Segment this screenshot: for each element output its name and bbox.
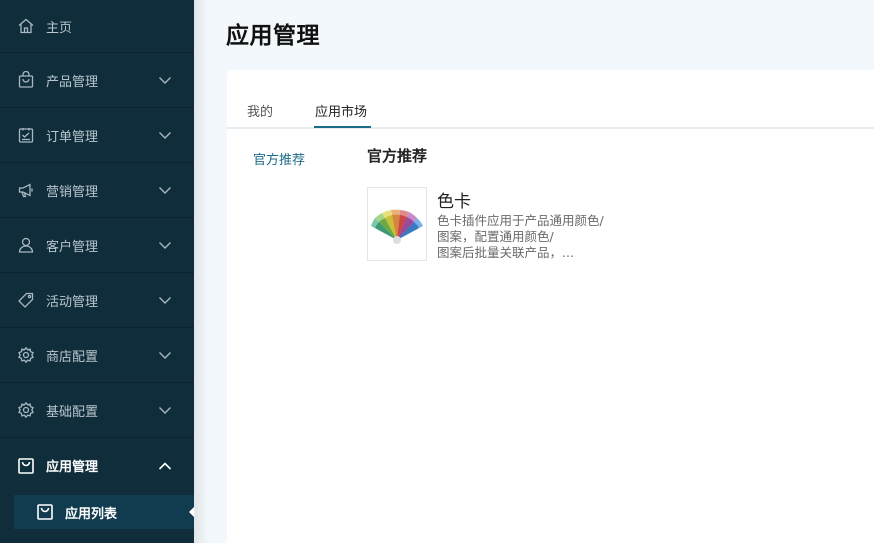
- sidebar-item-store-config[interactable]: 商店配置: [0, 328, 194, 383]
- chevron-down-icon: [158, 293, 172, 307]
- chevron-down-icon: [158, 238, 172, 252]
- app-description: 色卡插件应用于产品通用颜色/ 图案，配置通用颜色/ 图案后批量关联产品，...: [437, 213, 637, 261]
- sidebar-item-products[interactable]: 产品管理: [0, 53, 194, 108]
- page-title: 应用管理: [226, 23, 320, 49]
- chevron-down-icon: [158, 73, 172, 87]
- sidebar-item-basic-config[interactable]: 基础配置: [0, 383, 194, 438]
- color-swatch-fan-icon: [367, 187, 427, 261]
- home-icon: [17, 17, 35, 35]
- sidebar-item-label: 基础配置: [46, 404, 99, 420]
- shopping-bag-icon: [36, 503, 54, 521]
- sidebar-item-label: 活动管理: [46, 294, 99, 310]
- sidebar-item-apps[interactable]: 应用管理: [0, 438, 194, 493]
- user-icon: [17, 236, 35, 254]
- app-card[interactable]: 色卡 色卡插件应用于产品通用颜色/ 图案，配置通用颜色/ 图案后批量关联产品，.…: [367, 187, 647, 267]
- app-description-line: 图案后批量关联产品，...: [437, 245, 574, 260]
- sidebar-item-label: 客户管理: [46, 239, 99, 255]
- chevron-down-icon: [158, 128, 172, 142]
- gear-icon: [17, 346, 35, 364]
- category-official-recommend[interactable]: 官方推荐: [253, 149, 305, 168]
- sidebar-item-label: 产品管理: [46, 74, 99, 90]
- main-panel: 我的 应用市场 官方推荐 官方推荐 色卡 色卡插件应用于产品通用颜色/ 图案，配…: [227, 70, 874, 543]
- clipboard-icon: [17, 126, 35, 144]
- megaphone-icon: [17, 181, 35, 199]
- chevron-down-icon: [158, 183, 172, 197]
- sidebar-item-label: 商店配置: [46, 349, 99, 365]
- sidebar-item-activities[interactable]: 活动管理: [0, 273, 194, 328]
- chevron-down-icon: [158, 348, 172, 362]
- tag-icon: [17, 291, 35, 309]
- section-title: 官方推荐: [367, 147, 428, 165]
- sidebar: 主页 产品管理 订单管理 营销管理 客户管理 活动管理 商店配置 基础配置 应用…: [0, 0, 195, 543]
- sidebar-subitem-app-list[interactable]: 应用列表: [14, 495, 195, 529]
- app-description-line: 色卡插件应用于产品通用颜色/: [437, 213, 604, 228]
- sidebar-item-customers[interactable]: 客户管理: [0, 218, 194, 273]
- active-tab-underline: [314, 126, 371, 128]
- chevron-up-icon: [158, 459, 172, 473]
- bag-icon: [17, 71, 35, 89]
- sidebar-subitem-label: 应用列表: [65, 506, 118, 522]
- tab-app-market[interactable]: 应用市场: [315, 101, 367, 120]
- chevron-down-icon: [158, 403, 172, 417]
- sidebar-shadow: [194, 0, 208, 543]
- sidebar-item-label: 订单管理: [46, 129, 99, 145]
- app-description-line: 图案，配置通用颜色/: [437, 229, 554, 244]
- sidebar-item-marketing[interactable]: 营销管理: [0, 163, 194, 218]
- sidebar-item-home[interactable]: 主页: [0, 0, 194, 53]
- app-name: 色卡: [437, 192, 471, 212]
- sidebar-item-orders[interactable]: 订单管理: [0, 108, 194, 163]
- tab-bar: 我的 应用市场: [227, 70, 874, 129]
- gear-icon: [17, 401, 35, 419]
- sidebar-item-label: 应用管理: [46, 460, 99, 475]
- sidebar-item-label: 主页: [46, 20, 73, 36]
- shopping-bag-icon: [17, 457, 35, 475]
- sidebar-item-label: 营销管理: [46, 184, 99, 200]
- tab-mine[interactable]: 我的: [247, 101, 273, 120]
